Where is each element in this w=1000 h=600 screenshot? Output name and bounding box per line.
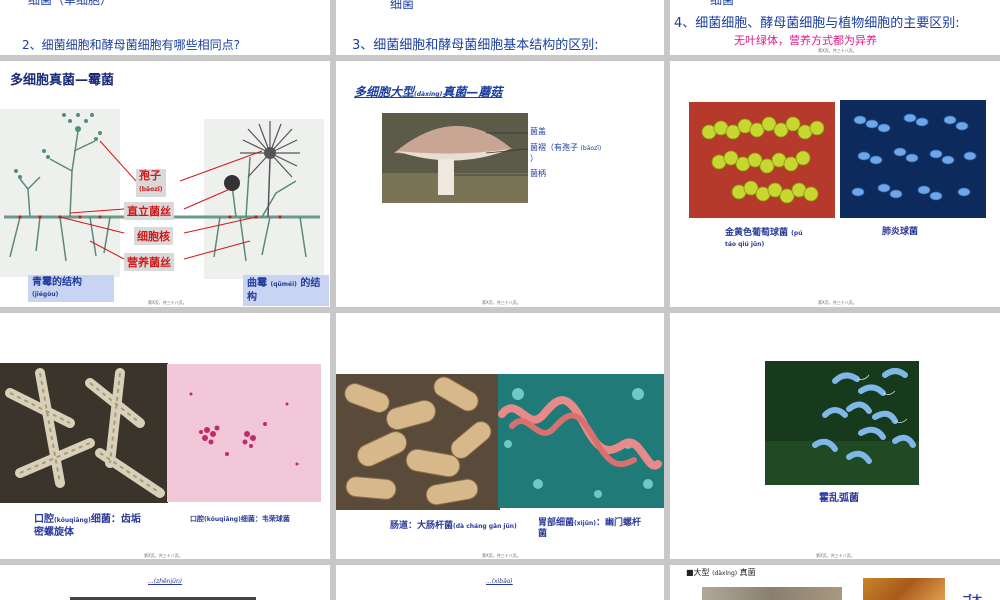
mushroom-gill-text: 菌褶（有孢子 [530, 143, 578, 152]
slide3-footer: 第X页，共三十八页。 [818, 48, 857, 53]
slide-1[interactable]: 细菌（单细胞） 2、细菌细胞和酵母菌细胞有哪些相同点? [0, 0, 330, 55]
label-aerial-hyphae: 直立菌丝 [124, 202, 174, 220]
ecoli-caption-a: 肠道：大肠杆菌 [390, 521, 454, 531]
slide-10[interactable]: ...(zhēnjūn) [0, 565, 330, 600]
veillonella-image [167, 364, 321, 502]
slide-6-cocci[interactable]: 金黄色葡萄球菌 (pú táo qiú jūn) 肺炎球菌 第X页，共三十八页。 [670, 61, 1000, 307]
h-pylori-caption-b: ：幽门螺杆 [596, 518, 642, 528]
slide-5-mushroom[interactable]: 多细胞大型(dàxíng)真菌—蘑菇 菌盖 菌褶（有孢子 (bāozǐ) ） 菌… [336, 61, 664, 307]
slide12-image-right [863, 578, 945, 600]
mushroom-photo [382, 113, 529, 203]
treponema-caption-b: 细菌：齿垢 [90, 514, 141, 525]
staph-caption-pinyin: (pú [791, 230, 803, 237]
mushroom-gill-label: 菌褶（有孢子 (bāozǐ) ） [530, 143, 601, 164]
staphylococcus-caption: 金黄色葡萄球菌 (pú táo qiú jūn) [725, 228, 802, 250]
label-spore-text: 孢子 [139, 169, 161, 182]
caption-aspergillus: 曲霉 (qūméi) 的结构 [243, 275, 329, 306]
ecoli-image [336, 374, 500, 510]
slide8-footer: 第X页，共三十八页。 [482, 553, 521, 558]
slide12-bullet-line: ■大型 (dàxíng) 真菌 [686, 567, 756, 578]
slide2-line2: 3、细菌细胞和酵母菌细胞基本结构的区别: [352, 38, 599, 53]
treponema-caption-pinyin: (kǒuqiāng) [54, 517, 91, 524]
slide7-footer: 第X页，共三十八页。 [144, 553, 183, 558]
caption-penicillium-pinyin: (jiégòu) [32, 291, 59, 298]
h-pylori-caption: 胃部细菌(xìjūn)：幽门螺杆 菌 [538, 518, 641, 540]
treponema-caption: 口腔(kǒuqiāng)细菌：齿垢 密螺旋体 [34, 514, 141, 539]
staphylococcus-image [689, 102, 835, 218]
slide12-bullet: ■大型 [686, 568, 710, 577]
h-pylori-caption-pinyin: (xìjūn) [574, 520, 597, 527]
label-nucleus: 细胞核 [134, 227, 173, 245]
slide-2[interactable]: 细菌 3、细菌细胞和酵母菌细胞基本结构的区别: [336, 0, 664, 55]
mushroom-gill-pinyin: (bāozǐ) [580, 145, 602, 152]
slide-7-oral[interactable]: 口腔(kǒuqiāng)细菌：齿垢 密螺旋体 口腔(kǒuqiāng)细菌：韦荣… [0, 313, 330, 559]
label-spore: 孢子 (bāozǐ) [136, 169, 166, 197]
staph-caption-text: 金黄色葡萄球菌 [725, 228, 789, 238]
slide5-footer: 第X页，共三十八页。 [482, 300, 521, 305]
veillonella-caption-a: 口腔 [190, 515, 204, 523]
staph-caption-pinyin2: táo qiú jūn) [725, 241, 765, 248]
slide1-line1: 细菌（单细胞） [28, 0, 113, 7]
mushroom-cap-label: 菌盖 [530, 127, 546, 136]
slide12-pinyin: (dàxíng) [712, 570, 738, 577]
h-pylori-caption-line2: 菌 [538, 529, 548, 539]
veillonella-caption-pinyin: (kǒuqiāng) [204, 516, 241, 523]
mushroom-gill-tail: ） [530, 154, 538, 163]
slide3-line1: 4、细菌细胞、酵母菌细胞与植物细胞的主要区别: [674, 16, 960, 31]
mushroom-stem-label: 菌柄 [530, 169, 546, 178]
slide3-line0: 细菌 [710, 0, 735, 7]
slide4-footer: 第X页，共三十八页。 [148, 300, 187, 305]
h-pylori-image [498, 374, 664, 508]
veillonella-caption-b: 细菌：韦荣球菌 [240, 515, 290, 523]
slide-11[interactable]: ...(xìbāo) [336, 565, 664, 600]
label-nutrient-hyphae: 营养菌丝 [124, 253, 174, 271]
treponema-image [0, 363, 168, 503]
veillonella-caption: 口腔(kǒuqiāng)细菌：韦荣球菌 [190, 514, 290, 524]
slide-9-vibrio[interactable]: 霍乱弧菌 第X页，共三十八页。 [670, 313, 1000, 559]
caption-aspergillus-pinyin: (qūméi) [270, 281, 297, 288]
label-spore-pinyin: (bāozǐ) [139, 186, 163, 193]
slide-8-gut[interactable]: 肠道：大肠杆菌(dà cháng gǎn jūn) 胃部细菌(xìjūn)：幽门… [336, 313, 664, 559]
slide-3[interactable]: 细菌 4、细菌细胞、酵母菌细胞与植物细胞的主要区别: 无叶绿体，营养方式都为异养… [670, 0, 1000, 55]
caption-aspergillus-text: 曲霉 [247, 278, 267, 289]
h-pylori-caption-a: 胃部细菌 [538, 518, 575, 528]
ecoli-caption: 肠道：大肠杆菌(dà cháng gǎn jūn) [390, 518, 517, 531]
slide1-line2: 2、细菌细胞和酵母菌细胞有哪些相同点? [22, 38, 241, 52]
slide-4-mold[interactable]: 多细胞真菌—霉菌 孢子 (bāozǐ) 直立菌丝 细胞核 营养菌丝 青霉的结构 … [0, 61, 330, 307]
pneumococcus-caption: 肺炎球菌 [882, 227, 919, 237]
pneumococcus-image [840, 100, 986, 218]
slide11-text: ...(xìbāo) [486, 578, 513, 585]
slide10-text: ...(zhēnjūn) [148, 578, 183, 585]
slide12-partial-text: ゴ太 [962, 591, 982, 600]
ecoli-caption-pinyin: (dà cháng gǎn jūn) [453, 523, 517, 530]
vibrio-image [765, 361, 919, 485]
caption-penicillium-text: 青霉的结构 [32, 277, 82, 288]
slide9-footer: 第X页，共三十八页。 [816, 553, 855, 558]
slide3-line2: 无叶绿体，营养方式都为异养 [734, 34, 877, 47]
slide12-image-left [702, 587, 842, 600]
slide12-tail: 真菌 [739, 568, 756, 577]
slide-12[interactable]: ■大型 (dàxíng) 真菌 ゴ太 [670, 565, 1000, 600]
slide2-line1: 细菌 [390, 0, 415, 11]
slide6-footer: 第X页，共三十八页。 [818, 300, 857, 305]
caption-penicillium: 青霉的结构 (jiégòu) [28, 275, 114, 302]
treponema-caption-line2: 密螺旋体 [34, 527, 74, 538]
treponema-caption-a: 口腔 [34, 514, 54, 525]
vibrio-caption: 霍乱弧菌 [819, 493, 859, 504]
